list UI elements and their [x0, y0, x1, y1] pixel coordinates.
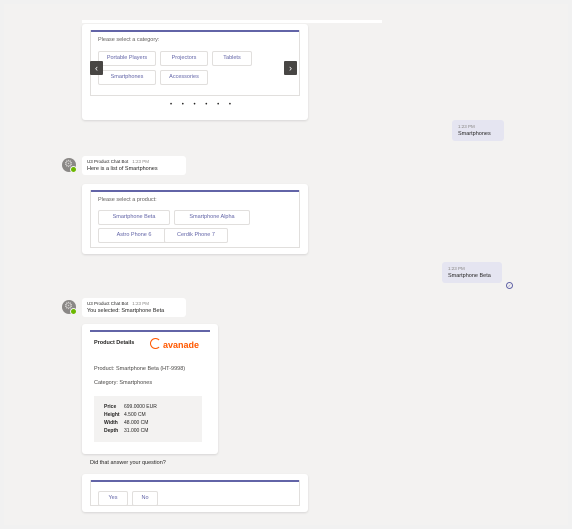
gear-icon: ⚙	[64, 159, 73, 170]
carousel-prev-button[interactable]: ‹	[90, 61, 103, 75]
message-sender-line: U3 Product Chat Bot 1:23 PM	[87, 301, 181, 306]
yes-button[interactable]: Yes	[98, 491, 128, 506]
chat-pane: Please select a category: Portable Playe…	[4, 4, 568, 525]
category-prompt: Please select a category:	[98, 37, 160, 43]
spec-row-height: Height 4.500 CM	[104, 412, 146, 418]
chevron-left-icon: ‹	[95, 63, 98, 73]
card-accent-bar	[90, 330, 210, 332]
spec-value: 699.0000 EUR	[124, 404, 157, 410]
product-name-line: Product: Smartphone Beta (HT-9998)	[94, 366, 186, 372]
user-message-smartphone-beta: 1:23 PM Smartphone Beta	[442, 262, 502, 283]
product-selection-card: Please select a product: Smartphone Beta…	[82, 184, 308, 254]
bot-avatar: ⚙	[62, 158, 77, 173]
spec-value: 31.000 CM	[124, 428, 149, 434]
product-category-line: Category: Smartphones	[94, 380, 153, 386]
logo-text: avanade	[163, 340, 200, 350]
category-chip-portable-players[interactable]: Portable Players	[98, 51, 156, 66]
spec-label: Depth	[104, 428, 119, 434]
chevron-right-icon: ›	[289, 63, 292, 73]
feedback-question: Did that answer your question?	[90, 460, 166, 466]
avanade-logo-icon	[150, 338, 161, 349]
carousel-pagination-dots[interactable]: • • • • • •	[170, 102, 235, 108]
details-title: Product Details	[94, 340, 135, 346]
spec-row-price: Price 699.0000 EUR	[104, 404, 157, 410]
sender-name: U3 Product Chat Bot	[87, 301, 129, 306]
product-chip-smartphone-beta[interactable]: Smartphone Beta	[98, 210, 170, 225]
message-time: 1:23 PM	[448, 266, 465, 271]
category-chip-accessories[interactable]: Accessories	[160, 70, 208, 85]
spec-value: 4.500 CM	[124, 412, 146, 418]
message-text: Here is a list of Smartphones	[87, 166, 158, 172]
spec-row-depth: Depth 31.000 CM	[104, 428, 148, 434]
top-divider	[82, 20, 382, 23]
feedback-answer-card: Yes No	[82, 474, 308, 512]
category-chip-projectors[interactable]: Projectors	[160, 51, 208, 66]
sender-name: U3 Product Chat Bot	[87, 159, 129, 164]
message-time: 1:23 PM	[132, 159, 150, 164]
no-button[interactable]: No	[132, 491, 158, 506]
message-time: 1:23 PM	[458, 124, 475, 129]
product-chip-astro-phone-6[interactable]: Astro Phone 6	[98, 228, 170, 243]
product-details-card: Product Details avanade Product: Smartph…	[82, 324, 218, 454]
message-time: 1:23 PM	[132, 301, 150, 306]
spec-label: Width	[104, 420, 118, 426]
message-text: Smartphone Beta	[448, 273, 491, 279]
product-chip-cerdik-phone-7[interactable]: Cerdik Phone 7	[164, 228, 228, 243]
bot-message-selection: U3 Product Chat Bot 1:23 PM You selected:…	[82, 298, 186, 317]
avanade-logo: avanade	[150, 338, 199, 350]
spec-label: Price	[104, 404, 117, 410]
category-chip-tablets[interactable]: Tablets	[212, 51, 252, 66]
spec-value: 48.000 CM	[124, 420, 149, 426]
gear-icon: ⚙	[64, 301, 73, 312]
message-text: You selected: Smartphone Beta	[87, 308, 165, 314]
bot-avatar: ⚙	[62, 300, 77, 315]
carousel-next-button[interactable]: ›	[284, 61, 297, 75]
spec-table	[94, 396, 202, 442]
message-text: Smartphones	[458, 131, 491, 137]
category-chip-smartphones[interactable]: Smartphones	[98, 70, 156, 85]
product-chip-smartphone-alpha[interactable]: Smartphone Alpha	[174, 210, 250, 225]
spec-label: Height	[104, 412, 120, 418]
read-receipt-icon: ✓	[506, 282, 513, 289]
product-prompt: Please select a product:	[98, 197, 157, 203]
bot-message-list-intro: U3 Product Chat Bot 1:23 PM Here is a lis…	[82, 156, 186, 175]
message-sender-line: U3 Product Chat Bot 1:23 PM	[87, 159, 181, 164]
user-message-smartphones: 1:23 PM Smartphones	[452, 120, 504, 141]
spec-row-width: Width 48.000 CM	[104, 420, 148, 426]
